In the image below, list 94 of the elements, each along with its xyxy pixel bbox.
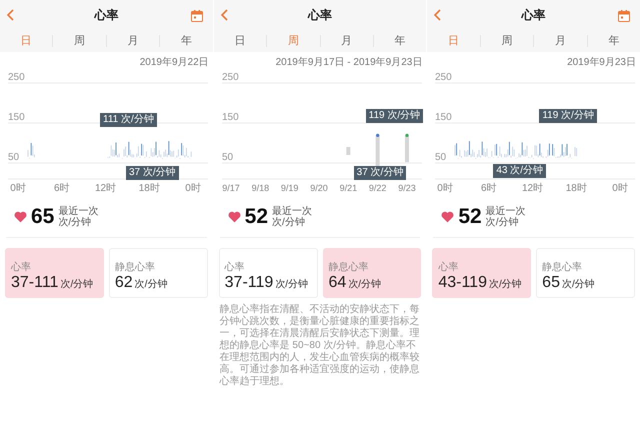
- period-tab[interactable]: 年: [159, 35, 213, 47]
- card-label: 静息心率: [328, 260, 370, 274]
- period-tab[interactable]: 日: [214, 35, 266, 47]
- back-icon[interactable]: [220, 9, 228, 21]
- unit-label: 次/分钟: [272, 217, 306, 228]
- card-label: 静息心率: [542, 260, 584, 274]
- min-value-tooltip: 37 次/分钟: [354, 166, 406, 180]
- period-tab[interactable]: 月: [320, 35, 373, 47]
- y-axis-label: 150: [8, 112, 25, 123]
- x-axis-label: 9/18: [251, 183, 269, 193]
- data-point: [405, 134, 408, 137]
- card-label: 心率: [224, 260, 246, 274]
- card-value: 64: [328, 274, 346, 292]
- x-axis-label: 6时: [481, 183, 497, 193]
- range-bar: [375, 135, 380, 168]
- unit-label: 次/分钟: [562, 278, 595, 291]
- card-label: 静息心率: [114, 260, 156, 274]
- date-range: 2019年9月22日: [138, 56, 210, 69]
- x-axis-label: 9/19: [280, 183, 298, 193]
- page-title: 心率: [94, 6, 118, 24]
- x-axis-label: 9/22: [368, 183, 386, 193]
- x-axis-label: 12时: [522, 183, 544, 193]
- period-tab[interactable]: 月: [106, 35, 160, 47]
- x-axis-label: 9/20: [310, 183, 328, 193]
- period-tab[interactable]: 月: [533, 35, 587, 47]
- period-tab[interactable]: 周: [52, 35, 106, 47]
- stat-card[interactable]: 心率 43-119 次/分钟: [432, 248, 532, 298]
- calendar-icon[interactable]: [618, 10, 630, 22]
- y-axis-label: 250: [435, 72, 452, 83]
- range-bar: [346, 147, 350, 155]
- latest-heart-rate: 52: [458, 205, 482, 229]
- page-title: 心率: [308, 6, 332, 24]
- range-bar: [404, 135, 409, 162]
- stat-card[interactable]: 心率 37-119 次/分钟: [218, 248, 318, 298]
- stat-card[interactable]: 心率 37-111 次/分钟: [5, 248, 104, 298]
- x-axis-label: 9/23: [398, 183, 416, 193]
- y-axis-label: 250: [222, 72, 238, 83]
- calendar-icon[interactable]: [190, 10, 203, 22]
- description-text: 静息心率指在清醒、不活动的安静状态下，每分钟心跳次数，是衡量心脏健康的重要指标之一，可选择在清晨清醒后安静状态下测量。理想的静息心率是 50~80 次/分钟。静息心率不在理想范围内的人，发生心血管疾病的概率较高。可通过参加各种适宜强度的运动，使静息心率趋于理想。: [220, 304, 420, 388]
- unit-label: 次/分钟: [134, 278, 168, 291]
- unit-label: 次/分钟: [275, 278, 308, 291]
- x-axis-label: 0时: [612, 183, 628, 193]
- card-value: 62: [114, 274, 133, 292]
- latest-caption: 最近一次: [58, 206, 98, 217]
- page-title: 心率: [522, 6, 546, 24]
- period-tab[interactable]: 年: [586, 35, 640, 47]
- stat-card[interactable]: 静息心率 64 次/分钟: [322, 248, 422, 298]
- date-range: 2019年9月23日: [566, 56, 637, 69]
- y-axis-label: 250: [8, 72, 25, 83]
- x-axis-label: 0时: [438, 183, 454, 193]
- y-axis-label: 50: [8, 152, 20, 163]
- max-value-tooltip: 111 次/分钟: [100, 113, 157, 127]
- date-range: 2019年9月17日 - 2019年9月23日: [274, 56, 424, 69]
- card-label: 心率: [11, 260, 32, 274]
- data-point: [376, 134, 379, 137]
- latest-caption: 最近一次: [272, 206, 312, 217]
- y-axis-label: 150: [435, 112, 452, 123]
- card-value: 43-119: [438, 274, 487, 292]
- card-value: 37-119: [224, 274, 274, 292]
- unit-label: 次/分钟: [488, 278, 522, 291]
- card-value: 37-111: [11, 274, 58, 292]
- unit-label: 次/分钟: [348, 278, 382, 291]
- max-value-tooltip: 119 次/分钟: [366, 109, 424, 123]
- x-axis-label: 18时: [566, 183, 588, 193]
- x-axis-label: 0时: [185, 183, 201, 193]
- stat-card[interactable]: 静息心率 62 次/分钟: [108, 248, 208, 298]
- x-axis-label: 18时: [138, 183, 160, 193]
- heart-icon: [14, 211, 27, 223]
- min-value-tooltip: 37 次/分钟: [126, 166, 179, 180]
- x-axis-label: 12时: [94, 183, 116, 193]
- x-axis-label: 9/21: [339, 183, 357, 193]
- x-axis-label: 9/17: [222, 183, 240, 193]
- latest-caption: 最近一次: [486, 206, 526, 217]
- heart-icon: [228, 211, 241, 223]
- period-tab[interactable]: 年: [372, 35, 426, 47]
- max-value-tooltip: 119 次/分钟: [539, 109, 597, 123]
- card-value: 65: [542, 274, 560, 292]
- latest-heart-rate: 65: [31, 205, 54, 229]
- y-axis-label: 150: [222, 112, 238, 123]
- heart-icon: [441, 211, 454, 223]
- unit-label: 次/分钟: [60, 278, 94, 291]
- back-icon[interactable]: [6, 9, 14, 21]
- y-axis-label: 50: [435, 152, 446, 163]
- x-axis-label: 0时: [10, 183, 26, 193]
- latest-heart-rate: 52: [244, 205, 268, 229]
- back-icon[interactable]: [433, 9, 442, 21]
- min-value-tooltip: 43 次/分钟: [493, 164, 546, 178]
- x-axis-label: 6时: [54, 183, 70, 193]
- y-axis-label: 50: [222, 152, 233, 163]
- unit-label: 次/分钟: [58, 217, 92, 228]
- card-label: 心率: [438, 260, 460, 274]
- period-tab[interactable]: 周: [480, 35, 534, 47]
- unit-label: 次/分钟: [486, 217, 520, 228]
- stat-card[interactable]: 静息心率 65 次/分钟: [536, 248, 636, 298]
